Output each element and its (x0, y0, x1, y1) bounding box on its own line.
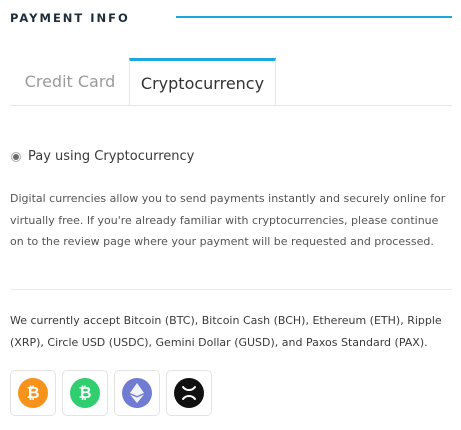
tab-cryptocurrency[interactable]: Cryptocurrency (129, 58, 276, 105)
crypto-description: Digital currencies allow you to send pay… (10, 192, 446, 248)
section-title: PAYMENT INFO (10, 11, 130, 25)
accepted-currencies-text: We currently accept Bitcoin (BTC), Bitco… (10, 314, 442, 349)
divider (10, 289, 452, 290)
radio-label: Pay using Cryptocurrency (28, 149, 195, 164)
radio-button[interactable] (11, 151, 21, 162)
pay-crypto-option[interactable]: Pay using Cryptocurrency (11, 149, 194, 164)
ethereum-icon (122, 378, 152, 408)
radio-selected-dot (13, 153, 19, 160)
section-title-rule (176, 16, 452, 18)
ripple-icon (174, 378, 204, 408)
coin-box-ethereum (114, 370, 160, 416)
bitcoin-icon: ₿ (18, 378, 48, 408)
tab-credit-card[interactable]: Credit Card (10, 59, 130, 103)
coin-box-bitcoin: ₿ (10, 370, 56, 416)
coin-box-bitcoin-cash: ₿ (62, 370, 108, 416)
coin-box-ripple (166, 370, 212, 416)
bitcoin-cash-icon: ₿ (70, 378, 100, 408)
crypto-icons: ₿ ₿ (10, 370, 212, 416)
payment-tabs: Credit Card Cryptocurrency (10, 58, 452, 106)
